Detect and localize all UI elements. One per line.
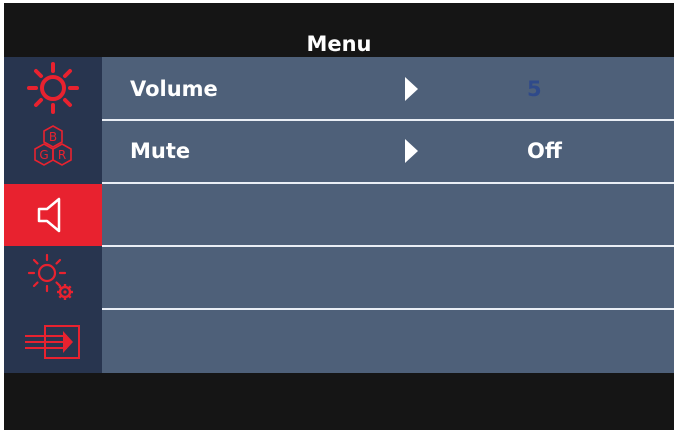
speaker-icon bbox=[37, 197, 61, 233]
mute-row[interactable]: Mute Off bbox=[102, 121, 674, 182]
color-letter-r: R bbox=[58, 148, 66, 162]
mute-label: Mute bbox=[130, 139, 191, 163]
sidebar-item-color[interactable]: B G R bbox=[4, 121, 102, 183]
volume-row[interactable]: Volume 5 bbox=[102, 59, 674, 120]
color-letter-g: G bbox=[39, 148, 48, 162]
menu-title: Menu bbox=[306, 32, 372, 56]
sidebar: B G R bbox=[4, 57, 102, 373]
empty-row bbox=[102, 247, 674, 308]
input-source-icon bbox=[25, 325, 80, 359]
volume-value: 5 bbox=[527, 77, 542, 101]
settings-panel: Volume 5 Mute Off bbox=[102, 57, 674, 373]
sidebar-item-audio[interactable] bbox=[4, 184, 102, 246]
brightness-icon bbox=[27, 62, 79, 114]
sidebar-item-input[interactable] bbox=[4, 311, 102, 373]
mute-arrow-icon[interactable] bbox=[405, 139, 418, 163]
color-rgb-icon: B G R bbox=[34, 125, 72, 166]
empty-row bbox=[102, 184, 674, 245]
volume-label: Volume bbox=[130, 77, 218, 101]
empty-row bbox=[102, 310, 674, 371]
mute-value: Off bbox=[527, 139, 562, 163]
sidebar-item-settings[interactable] bbox=[4, 248, 102, 310]
sidebar-item-brightness[interactable] bbox=[4, 57, 102, 119]
volume-arrow-icon[interactable] bbox=[405, 77, 418, 101]
color-letter-b: B bbox=[49, 130, 57, 144]
settings-sun-gear-icon bbox=[27, 253, 73, 300]
